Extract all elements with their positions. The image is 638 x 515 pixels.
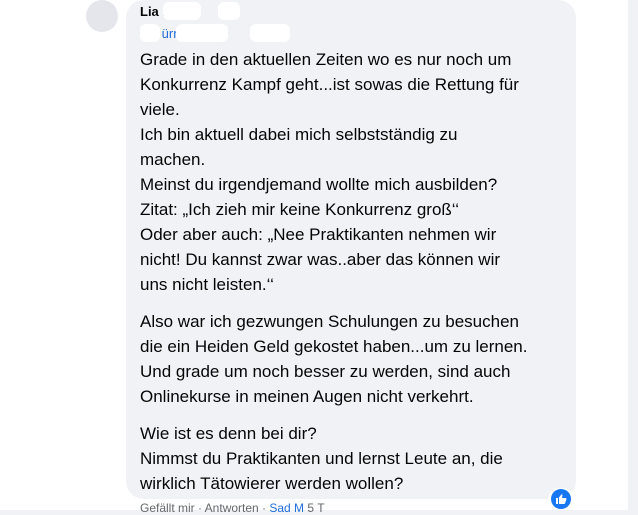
reaction-badge[interactable] — [548, 488, 574, 510]
comment-line: Also war ich gezwungen Schulungen zu bes… — [140, 312, 519, 331]
comment-line: Wie ist es denn bei dir? — [140, 424, 317, 443]
comment-line: Meinst du irgendjemand wollte mich ausbi… — [140, 175, 498, 194]
comment-line: nicht! Du kannst zwar was..aber das könn… — [140, 250, 501, 269]
like-icon — [551, 489, 571, 509]
comment-line: machen. — [140, 150, 206, 169]
redaction-mark — [218, 2, 240, 20]
comment-paragraph: Also war ich gezwungen Schulungen zu bes… — [140, 309, 570, 409]
redaction-mark — [250, 24, 290, 42]
comment-line: Nimmst du Praktikanten und lernst Leute … — [140, 449, 503, 468]
comment-actions: Gefällt mir · Antworten · Sad M 5 T — [140, 501, 325, 515]
comment-line: die ein Heiden Geld gekostet haben...um … — [140, 337, 528, 356]
redaction-mark — [163, 2, 201, 20]
comment-paragraph: Wie ist es denn bei dir? Nimmst du Prakt… — [140, 421, 570, 496]
comment-line: Oder aber auch: „Nee Praktikanten nehmen… — [140, 225, 497, 244]
timestamp[interactable]: 5 T — [304, 501, 324, 515]
comment-line: Zitat: „Ich zieh mir keine Konkurrenz gr… — [140, 200, 460, 219]
mention-link[interactable]: Sad M — [269, 501, 304, 515]
redaction-mark — [140, 24, 160, 42]
comment-line: viele. — [140, 100, 180, 119]
comment-paragraph: Grade in den aktuellen Zeiten wo es nur … — [140, 47, 570, 297]
redaction-mark — [176, 24, 228, 42]
comment-line: Konkurrenz Kampf geht...ist sowas die Re… — [140, 75, 519, 94]
scrollbar-track[interactable] — [628, 0, 638, 510]
avatar[interactable] — [86, 0, 118, 32]
comment-line: Onlinekurse in meinen Augen nicht verkeh… — [140, 387, 474, 406]
actions-text[interactable]: Gefällt mir · Antworten · — [140, 501, 269, 515]
comment-line: uns nicht leisten.‘‘ — [140, 275, 274, 294]
comment-line: Und grade um noch besser zu werden, sind… — [140, 362, 511, 381]
comment-line: Ich bin aktuell dabei mich selbstständig… — [140, 125, 458, 144]
comment-line: Grade in den aktuellen Zeiten wo es nur … — [140, 50, 512, 69]
comment-line: wirklich Tätowierer werden wollen? — [140, 474, 404, 493]
comment-text: Grade in den aktuellen Zeiten wo es nur … — [140, 47, 570, 508]
